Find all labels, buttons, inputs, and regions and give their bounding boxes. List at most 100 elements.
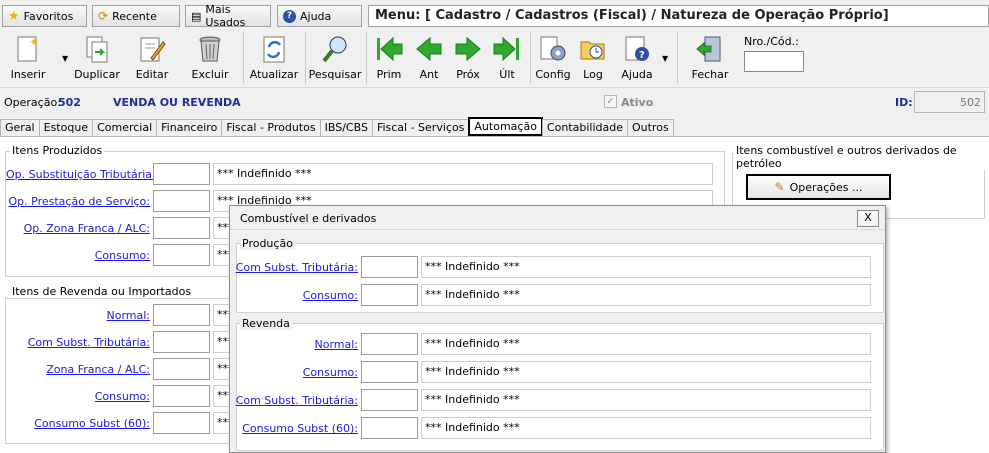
revenda-link-0[interactable]: Normal: <box>6 309 150 322</box>
svg-text:?: ? <box>639 50 645 61</box>
previous-arrow-icon <box>414 34 444 64</box>
produzidos-code-input-0[interactable] <box>153 163 210 185</box>
recente-button[interactable]: ⟳ Recente <box>92 5 180 27</box>
revenda-code-input-2[interactable] <box>153 358 210 380</box>
dlg-revenda-link-2[interactable]: Com Subst. Tributária: <box>234 394 358 407</box>
revenda-code-input-0[interactable] <box>153 304 210 326</box>
edit-document-icon: ✎ <box>774 180 785 194</box>
tab-2[interactable]: Comercial <box>92 119 158 136</box>
inserir-button[interactable]: ✦ Inserir <box>10 30 46 86</box>
log-button[interactable]: Log <box>578 30 608 86</box>
ajuda-top-button[interactable]: ? Ajuda <box>277 5 362 27</box>
tab-3[interactable]: Financeiro <box>156 119 223 136</box>
excluir-label: Excluir <box>191 68 229 81</box>
dlg-revenda-code-input-1[interactable] <box>361 361 418 383</box>
tab-7[interactable]: Automação <box>468 117 543 136</box>
list-icon: ▤ <box>191 9 202 23</box>
tab-4[interactable]: Fiscal - Produtos <box>221 119 321 136</box>
produzidos-desc-0: *** Indefinido *** <box>213 163 713 185</box>
ant-button[interactable]: Ant <box>414 30 444 86</box>
ajuda-toolbar-label: Ajuda <box>621 68 653 81</box>
toolbar-divider <box>305 32 306 84</box>
config-button[interactable]: Config <box>535 30 571 86</box>
new-document-icon: ✦ <box>13 34 43 64</box>
dlg-revenda-link-0[interactable]: Normal: <box>234 338 358 351</box>
combustivel-title: Itens combustível e outros derivados de … <box>734 144 989 170</box>
exit-door-icon <box>695 34 725 64</box>
dialog-close-button[interactable]: X <box>857 210 879 227</box>
itens-produzidos-title: Itens Produzidos <box>10 144 105 157</box>
revenda-link-3[interactable]: Consumo: <box>6 390 150 403</box>
dlg-producao-code-input-1[interactable] <box>361 284 418 306</box>
edit-icon <box>137 34 167 64</box>
ativo-checkbox[interactable]: ✓ <box>604 95 617 108</box>
produzidos-code-input-2[interactable] <box>153 217 210 239</box>
mais-usados-label: Mais Usados <box>205 3 246 29</box>
revenda-link-2[interactable]: Zona Franca / ALC: <box>6 363 150 376</box>
ajuda-dropdown-icon[interactable]: ▼ <box>662 54 668 63</box>
help-icon: ? <box>283 9 296 23</box>
dlg-revenda-link-3[interactable]: Consumo Subst (60): <box>234 422 358 435</box>
dlg-revenda-desc-1: *** Indefinido *** <box>421 361 871 383</box>
dlg-revenda-link-1[interactable]: Consumo: <box>234 366 358 379</box>
pesquisar-button[interactable]: Pesquisar <box>308 30 362 86</box>
next-arrow-icon <box>453 34 483 64</box>
tab-5[interactable]: IBS/CBS <box>319 119 373 136</box>
inserir-dropdown-icon[interactable]: ▼ <box>62 54 68 63</box>
produzidos-link-0[interactable]: Op. Substituição Tributária: <box>6 168 156 181</box>
ajuda-toolbar-button[interactable]: ? Ajuda <box>620 30 654 86</box>
tab-9[interactable]: Outros <box>626 119 674 136</box>
ult-button[interactable]: Últ <box>492 30 522 86</box>
nro-input[interactable] <box>744 51 804 72</box>
dlg-producao-desc-1: *** Indefinido *** <box>421 284 871 306</box>
pesquisar-label: Pesquisar <box>308 68 362 81</box>
revenda-link-1[interactable]: Com Subst. Tributária: <box>6 336 150 349</box>
prim-label: Prim <box>376 68 402 81</box>
tab-1[interactable]: Estoque <box>38 119 94 136</box>
ajuda-top-label: Ajuda <box>300 9 332 23</box>
recente-label: Recente <box>112 9 157 23</box>
editar-button[interactable]: Editar <box>134 30 170 86</box>
log-folder-icon <box>578 34 608 64</box>
mais-usados-button[interactable]: ▤ Mais Usados <box>185 3 271 29</box>
tab-0[interactable]: Geral <box>0 119 40 136</box>
trash-icon <box>195 34 225 64</box>
fechar-button[interactable]: Fechar <box>690 30 730 86</box>
produzidos-link-3[interactable]: Consumo: <box>6 249 150 262</box>
revenda-link-4[interactable]: Consumo Subst (60): <box>6 417 150 430</box>
atualizar-button[interactable]: Atualizar <box>249 30 299 86</box>
combustivel-dialog: Combustível e derivados X Produção Reven… <box>229 205 886 453</box>
toolbar-divider <box>677 32 678 84</box>
favoritos-button[interactable]: ★ Favoritos <box>2 5 87 27</box>
prim-button[interactable]: Prim <box>374 30 404 86</box>
produzidos-link-2[interactable]: Op. Zona Franca / ALC: <box>6 222 150 235</box>
help-document-icon: ? <box>622 34 652 64</box>
dlg-producao-code-input-0[interactable] <box>361 256 418 278</box>
producao-title: Produção <box>240 237 295 250</box>
produzidos-code-input-1[interactable] <box>153 190 210 212</box>
dlg-revenda-code-input-0[interactable] <box>361 333 418 355</box>
tab-8[interactable]: Contabilidade <box>541 119 628 136</box>
duplicar-button[interactable]: Duplicar <box>74 30 120 86</box>
editar-label: Editar <box>135 68 169 81</box>
tab-6[interactable]: Fiscal - Serviços <box>371 119 470 136</box>
revenda-code-input-1[interactable] <box>153 331 210 353</box>
operacao-number: 502 <box>58 96 81 109</box>
first-arrow-icon <box>374 34 404 64</box>
dlg-producao-link-0[interactable]: Com Subst. Tributária: <box>234 261 358 274</box>
prox-button[interactable]: Próx <box>453 30 483 86</box>
produzidos-code-input-3[interactable] <box>153 244 210 266</box>
dlg-revenda-code-input-2[interactable] <box>361 389 418 411</box>
revenda-code-input-3[interactable] <box>153 385 210 407</box>
ativo-label: Ativo <box>621 96 654 109</box>
operacoes-button[interactable]: ✎ Operações ... <box>746 174 891 200</box>
dlg-producao-desc-0: *** Indefinido *** <box>421 256 871 278</box>
dlg-revenda-code-input-3[interactable] <box>361 417 418 439</box>
dlg-producao-link-1[interactable]: Consumo: <box>234 289 358 302</box>
revenda-code-input-4[interactable] <box>153 412 210 434</box>
produzidos-link-1[interactable]: Op. Prestação de Serviço: <box>6 195 151 208</box>
excluir-button[interactable]: Excluir <box>192 30 228 86</box>
atualizar-label: Atualizar <box>249 68 299 81</box>
operacao-label: Operação: <box>4 96 61 109</box>
toolbar-divider <box>530 32 531 84</box>
